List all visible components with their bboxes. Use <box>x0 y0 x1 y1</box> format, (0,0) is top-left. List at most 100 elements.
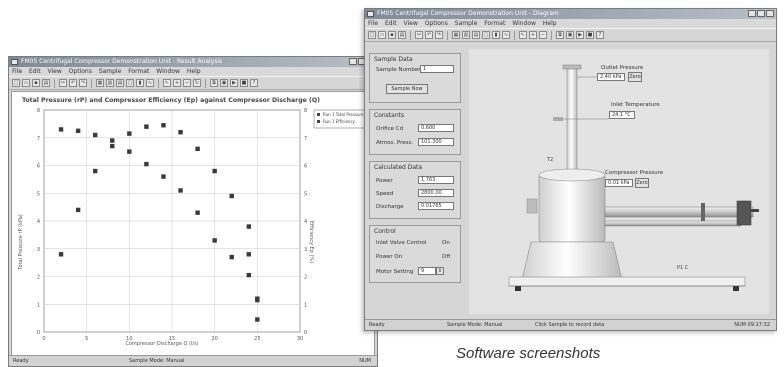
menu-view[interactable]: View <box>404 20 418 27</box>
cut-icon[interactable]: ✂ <box>415 31 423 39</box>
window-icon[interactable]: ▢ <box>482 31 490 39</box>
menu-format[interactable]: Format <box>484 20 505 27</box>
side-bracket <box>526 198 538 214</box>
menu-options[interactable]: Options <box>425 20 448 27</box>
bar-chart-icon[interactable]: ▮ <box>492 31 500 39</box>
power-on-label: Power On <box>376 254 403 260</box>
chart-icon[interactable]: ▥ <box>462 31 470 39</box>
new-icon[interactable]: □ <box>368 31 376 39</box>
discharge-label: Discharge <box>376 204 404 210</box>
y2-tick-label: 0 <box>304 330 307 336</box>
redo-icon[interactable]: ↷ <box>435 31 443 39</box>
menu-options[interactable]: Options <box>69 68 92 75</box>
sample-now-button[interactable]: Sample Now <box>386 84 428 94</box>
sample-number-field[interactable]: 1 <box>420 65 454 73</box>
inlet-duct <box>566 66 578 178</box>
menu-window[interactable]: Window <box>512 20 536 27</box>
stop-icon[interactable]: ■ <box>586 31 594 39</box>
orifice-cd-label: Orifice Cd <box>376 126 404 132</box>
zoom-out-icon[interactable]: − <box>539 31 547 39</box>
motor-setting-field[interactable]: 9 <box>418 267 436 275</box>
paste-icon[interactable]: ▣ <box>566 31 574 39</box>
grid-icon[interactable]: ▦ <box>452 31 460 39</box>
paste-icon[interactable]: ▣ <box>220 79 228 87</box>
zoom-in-icon[interactable]: + <box>173 79 181 87</box>
cut-icon[interactable]: ✂ <box>59 79 67 87</box>
outlet-valve-handle[interactable] <box>751 209 759 212</box>
copy-icon[interactable]: ⧉ <box>210 79 218 87</box>
atmos-press-field[interactable]: 101.300 <box>418 138 454 146</box>
line-chart-icon[interactable]: ∿ <box>146 79 154 87</box>
close-button[interactable] <box>766 10 774 17</box>
minimize-button[interactable] <box>748 10 756 17</box>
grid-icon[interactable]: ▦ <box>96 79 104 87</box>
inlet-temperature-field: 24.1 °C <box>609 111 635 119</box>
menu-edit[interactable]: Edit <box>385 20 397 27</box>
flow-tag: T2 <box>546 157 553 163</box>
menu-file[interactable]: File <box>368 20 378 27</box>
legend-swatch <box>317 120 320 123</box>
orifice-flange <box>701 203 705 221</box>
print-icon[interactable]: ▤ <box>42 79 50 87</box>
new-icon[interactable]: □ <box>12 79 20 87</box>
menu-view[interactable]: View <box>48 68 62 75</box>
minimize-button[interactable] <box>349 58 357 65</box>
help-icon[interactable]: ? <box>250 79 258 87</box>
pressure-point <box>58 127 64 132</box>
print-icon[interactable]: ▤ <box>398 31 406 39</box>
refresh-icon[interactable]: ↻ <box>193 79 201 87</box>
sim-window-title: FM05 Centrifugal Compressor Demonstratio… <box>377 10 559 17</box>
pressure-point <box>75 128 81 134</box>
run-icon[interactable]: ▶ <box>230 79 238 87</box>
pressure-point <box>195 146 200 152</box>
speed-field: 2800.00 <box>418 189 454 197</box>
power-on-value[interactable]: Off <box>442 254 450 260</box>
stop-icon[interactable]: ■ <box>240 79 248 87</box>
redo-icon[interactable]: ↷ <box>79 79 87 87</box>
app-icon <box>11 59 18 65</box>
open-icon[interactable]: ▭ <box>22 79 30 87</box>
sim-menubar: File Edit View Options Sample Format Win… <box>365 19 776 28</box>
base-foot-left <box>515 286 521 291</box>
zoom-in-icon[interactable]: + <box>529 31 537 39</box>
menu-help[interactable]: Help <box>543 20 557 27</box>
bar-chart-icon[interactable]: ▮ <box>136 79 144 87</box>
table-icon[interactable]: ▤ <box>472 31 480 39</box>
open-icon[interactable]: ▭ <box>378 31 386 39</box>
maximize-button[interactable] <box>757 10 765 17</box>
sim-window-titlebar[interactable]: FM05 Centrifugal Compressor Demonstratio… <box>365 9 776 19</box>
orifice-cd-field[interactable]: 0.600 <box>418 124 454 132</box>
save-icon[interactable]: ▪ <box>388 31 396 39</box>
undo-icon[interactable]: ↶ <box>425 31 433 39</box>
undo-icon[interactable]: ↶ <box>69 79 77 87</box>
inlet-valve-value[interactable]: On <box>442 240 450 246</box>
menu-sample[interactable]: Sample <box>99 68 122 75</box>
save-icon[interactable]: ▪ <box>32 79 40 87</box>
pressure-point <box>246 224 251 229</box>
compressor-pressure-label: Compressor Pressure <box>605 170 664 176</box>
help-icon[interactable]: ? <box>596 31 604 39</box>
zoom-out-icon[interactable]: − <box>183 79 191 87</box>
window-icon[interactable]: ▢ <box>126 79 134 87</box>
run-icon[interactable]: ▶ <box>576 31 584 39</box>
pointer-icon[interactable]: ↖ <box>519 31 527 39</box>
menu-file[interactable]: File <box>12 68 22 75</box>
compressor-pressure-zero-button[interactable]: Zero <box>635 178 649 188</box>
motor-setting-label: Motor Setting <box>376 269 414 275</box>
motor-setting-spinner[interactable]: ⇕ <box>436 267 444 275</box>
menu-help[interactable]: Help <box>187 68 201 75</box>
sim-toolbar: □ ▭ ▪ ▤ ✂ ↶ ↷ ▦ ▥ ▤ ▢ ▮ ∿ ↖ + − ⧉ ▣ ▶ ■ … <box>365 28 776 42</box>
menu-sample[interactable]: Sample <box>455 20 478 27</box>
line-chart-icon[interactable]: ∿ <box>502 31 510 39</box>
table-icon[interactable]: ▤ <box>116 79 124 87</box>
chart-icon[interactable]: ▥ <box>106 79 114 87</box>
pointer-icon[interactable]: ↖ <box>163 79 171 87</box>
menu-window[interactable]: Window <box>156 68 180 75</box>
outlet-valve <box>736 200 752 226</box>
chart-window-titlebar[interactable]: FM05 Centrifugal Compressor Demonstratio… <box>9 57 377 67</box>
discharge-field: 0.01765 <box>418 202 454 210</box>
menu-format[interactable]: Format <box>128 68 149 75</box>
menu-edit[interactable]: Edit <box>29 68 41 75</box>
outlet-pressure-zero-button[interactable]: Zero <box>628 72 642 82</box>
copy-icon[interactable]: ⧉ <box>556 31 564 39</box>
